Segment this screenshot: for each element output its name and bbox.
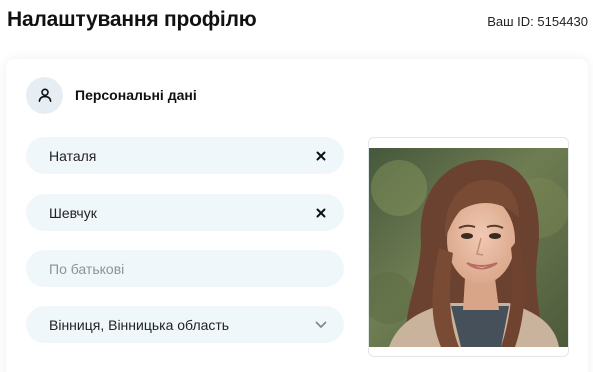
patronymic-field bbox=[26, 250, 344, 287]
first-name-field bbox=[26, 137, 344, 174]
personal-data-card: Персональні дані Вінниця, Вінницька обла… bbox=[6, 59, 588, 372]
last-name-input[interactable] bbox=[49, 204, 312, 221]
clear-last-name-icon[interactable] bbox=[312, 204, 330, 222]
city-select-value: Вінниця, Вінницька область bbox=[49, 316, 230, 333]
user-icon bbox=[26, 76, 63, 114]
patronymic-input[interactable] bbox=[49, 260, 330, 277]
clear-first-name-icon[interactable] bbox=[312, 147, 330, 165]
profile-photo bbox=[369, 148, 568, 347]
page-title: Налаштування профілю bbox=[7, 8, 257, 31]
city-select[interactable]: Вінниця, Вінницька область bbox=[26, 306, 344, 343]
chevron-down-icon[interactable] bbox=[312, 316, 330, 334]
first-name-input[interactable] bbox=[49, 147, 312, 164]
profile-photo-frame[interactable] bbox=[368, 137, 569, 357]
section-title: Персональні дані bbox=[75, 87, 197, 103]
user-id-label: Ваш ID: 5154430 bbox=[487, 14, 588, 29]
last-name-field bbox=[26, 194, 344, 231]
section-header: Персональні дані bbox=[26, 76, 197, 114]
